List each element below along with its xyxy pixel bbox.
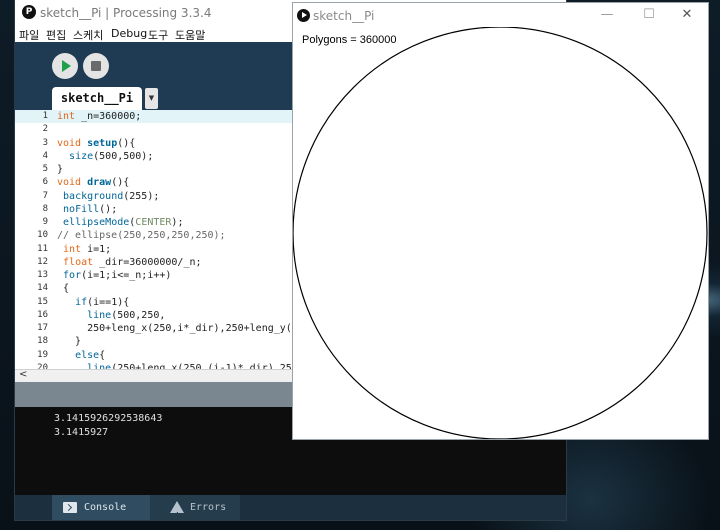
scroll-left-icon[interactable]: < [19,369,27,380]
line-number: 20 [37,362,48,369]
tab-console[interactable]: Console [52,495,150,520]
code-text: } [57,336,82,348]
line-number: 7 [42,190,48,201]
line-number: 2 [42,124,48,135]
menu-help[interactable]: 도움말 [175,27,205,43]
tab-sketch[interactable]: sketch__Pi [52,87,142,110]
canvas-drawing [293,27,708,439]
console-line: 3.1415926292538643 [54,413,163,424]
sketch-output-window: sketch__Pi — ☐ ✕ Polygons = 360000 [293,3,708,439]
play-icon [62,60,71,72]
polygon-circle [293,27,708,439]
console-line: 3.1415927 [54,427,109,438]
tab-menu-button[interactable]: ▼ [145,88,158,109]
menu-debug[interactable]: Debug [111,27,147,40]
code-text: ellipseMode(CENTER); [63,217,184,228]
run-button[interactable] [52,53,78,79]
line-number: 16 [37,309,48,320]
code-text: void draw(){ [57,177,130,189]
code-text: line(500,250, [87,309,166,321]
sketch-titlebar[interactable]: sketch__Pi — ☐ ✕ [293,3,708,27]
line-number: 5 [42,164,48,174]
menu-tools[interactable]: 도구 [148,27,168,43]
line-number: 15 [37,296,48,307]
code-text: noFill(); [63,203,118,215]
processing-logo-icon: P [22,5,36,19]
line-number: 18 [37,336,48,347]
ide-window-title: sketch__Pi | Processing 3.3.4 [40,6,212,20]
minimize-button[interactable]: — [593,7,621,23]
line-number: 10 [37,230,48,241]
code-text: else{ [75,349,106,361]
line-number: 11 [37,243,48,254]
code-text: } [57,164,64,175]
line-number: 14 [37,283,48,294]
code-text: float _dir=36000000/_n; [63,256,202,268]
tab-console-label: Console [84,502,127,513]
code-text: int _n=360000; [57,111,142,122]
maximize-button[interactable]: ☐ [635,7,663,23]
code-text: // ellipse(250,250,250,250); [57,230,226,242]
console-icon [63,502,77,513]
menu-file[interactable]: 파일 [19,27,39,43]
code-text: background(255); [63,190,160,202]
line-number: 6 [42,177,48,188]
line-number: 12 [37,256,48,267]
code-text: { [57,283,70,295]
stop-icon [91,61,101,71]
processing-play-icon [297,9,310,22]
tab-errors[interactable]: ! Errors [150,495,240,520]
code-text: if(i==1){ [75,296,130,308]
line-number: 13 [37,270,48,280]
console-footer: Console ! Errors [15,495,566,520]
warning-icon: ! [170,501,184,520]
polygon-count-text: Polygons = 360000 [302,34,397,46]
line-number: 17 [37,323,48,333]
chevron-down-icon: ▼ [148,94,155,102]
close-button[interactable]: ✕ [673,7,701,23]
code-text: size(500,500); [69,150,154,162]
line-number: 4 [42,150,48,161]
code-text: void setup(){ [57,137,136,149]
code-text: line(250+leng_x(250,(i-1)*_dir),250+ [87,362,304,369]
code-text: 250+leng_x(250,i*_dir),250+leng_y(25 [57,323,304,334]
tab-errors-label: Errors [190,502,227,513]
sketch-canvas[interactable]: Polygons = 360000 [293,27,708,439]
stop-button[interactable] [83,53,109,79]
line-number: 3 [42,137,48,148]
menu-edit[interactable]: 편집 [46,27,66,43]
menu-sketch[interactable]: 스케치 [73,27,103,43]
code-text: int i=1; [63,243,112,255]
sketch-window-title: sketch__Pi [313,9,375,23]
code-text: for(i=1;i<=_n;i++) [63,270,172,281]
line-number: 19 [37,349,48,360]
line-number: 1 [42,111,48,121]
line-number: 9 [42,217,48,227]
line-number: 8 [42,203,48,214]
